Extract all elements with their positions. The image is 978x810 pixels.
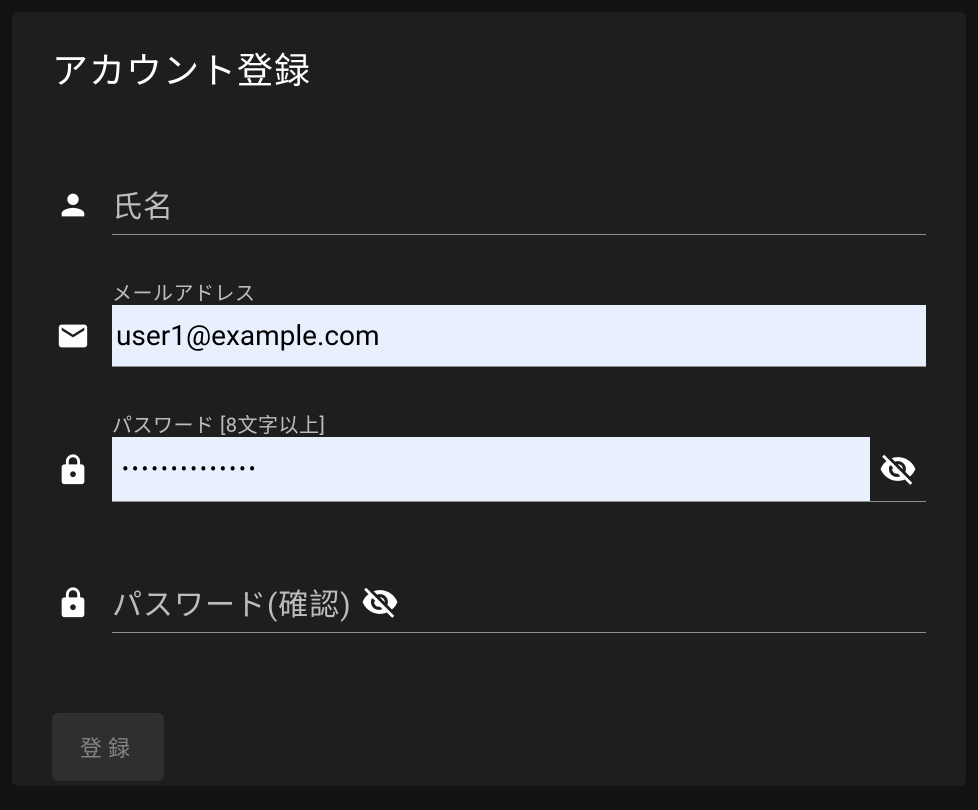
lock-icon xyxy=(52,586,112,620)
mail-icon xyxy=(52,319,112,353)
name-label: 氏名 xyxy=(112,174,174,234)
email-input-wrap: メールアドレス xyxy=(112,305,926,367)
page-title: アカウント登録 xyxy=(52,42,926,94)
registration-card: アカウント登録 氏名 メールアドレス パスワード [8文字以上] •••••••… xyxy=(12,12,966,786)
field-email: メールアドレス xyxy=(52,305,926,367)
password-confirm-label: パスワード(確認) xyxy=(112,572,352,632)
field-name: 氏名 xyxy=(52,174,926,235)
visibility-off-icon[interactable] xyxy=(352,583,408,621)
email-field[interactable] xyxy=(112,305,926,366)
password-confirm-input-wrap[interactable]: パスワード(確認) xyxy=(112,572,926,633)
email-label: メールアドレス xyxy=(112,277,256,306)
password-field[interactable]: •••••••••••••• xyxy=(112,437,870,501)
password-input-wrap: パスワード [8文字以上] •••••••••••••• xyxy=(112,437,926,502)
name-input-wrap[interactable]: 氏名 xyxy=(112,174,926,235)
submit-button[interactable]: 登録 xyxy=(52,713,164,781)
person-icon xyxy=(52,188,112,222)
lock-icon xyxy=(52,453,112,487)
password-label: パスワード [8文字以上] xyxy=(112,409,325,438)
field-password: パスワード [8文字以上] •••••••••••••• xyxy=(52,437,926,502)
visibility-off-icon[interactable] xyxy=(870,450,926,488)
field-password-confirm: パスワード(確認) xyxy=(52,572,926,633)
